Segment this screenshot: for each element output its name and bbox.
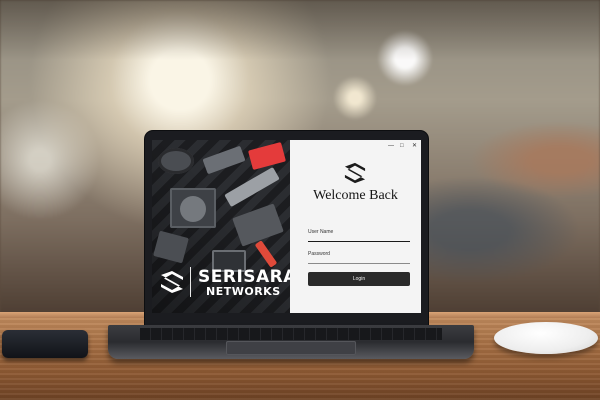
laptop-trackpad <box>226 341 356 355</box>
password-input[interactable] <box>308 255 410 264</box>
logo-divider <box>190 267 191 297</box>
memory-module <box>224 166 280 208</box>
ceiling-shadow <box>0 0 600 60</box>
login-button[interactable]: Login <box>308 272 410 286</box>
username-input[interactable] <box>308 233 410 242</box>
screwdriver <box>254 240 278 268</box>
login-panel: — □ ✕ Welcome Back User Name Password Lo… <box>290 140 421 313</box>
ram-stick <box>202 145 246 175</box>
red-component <box>247 141 287 171</box>
minimize-icon[interactable]: — <box>388 142 394 150</box>
hardware-hero-image: SERISARA NETWORKS <box>152 140 296 313</box>
computer-mouse <box>494 322 598 354</box>
welcome-title: Welcome Back <box>313 188 398 203</box>
brand-name-line1: SERISARA <box>198 267 297 287</box>
graphics-card <box>232 203 284 247</box>
brand-name-line2: NETWORKS <box>206 285 281 298</box>
laptop-keyboard <box>140 328 442 340</box>
smartphone <box>2 330 88 358</box>
fan-component <box>158 148 194 174</box>
close-icon[interactable]: ✕ <box>412 142 417 150</box>
serisara-logo-white-icon <box>161 271 183 293</box>
serisara-logo-dark-icon <box>344 162 366 184</box>
cooler-component <box>153 230 189 264</box>
laptop-screen: SERISARA NETWORKS — □ ✕ Welcome Back Use… <box>152 140 421 313</box>
hard-drive-platter <box>180 196 206 222</box>
maximize-icon[interactable]: □ <box>400 142 404 150</box>
